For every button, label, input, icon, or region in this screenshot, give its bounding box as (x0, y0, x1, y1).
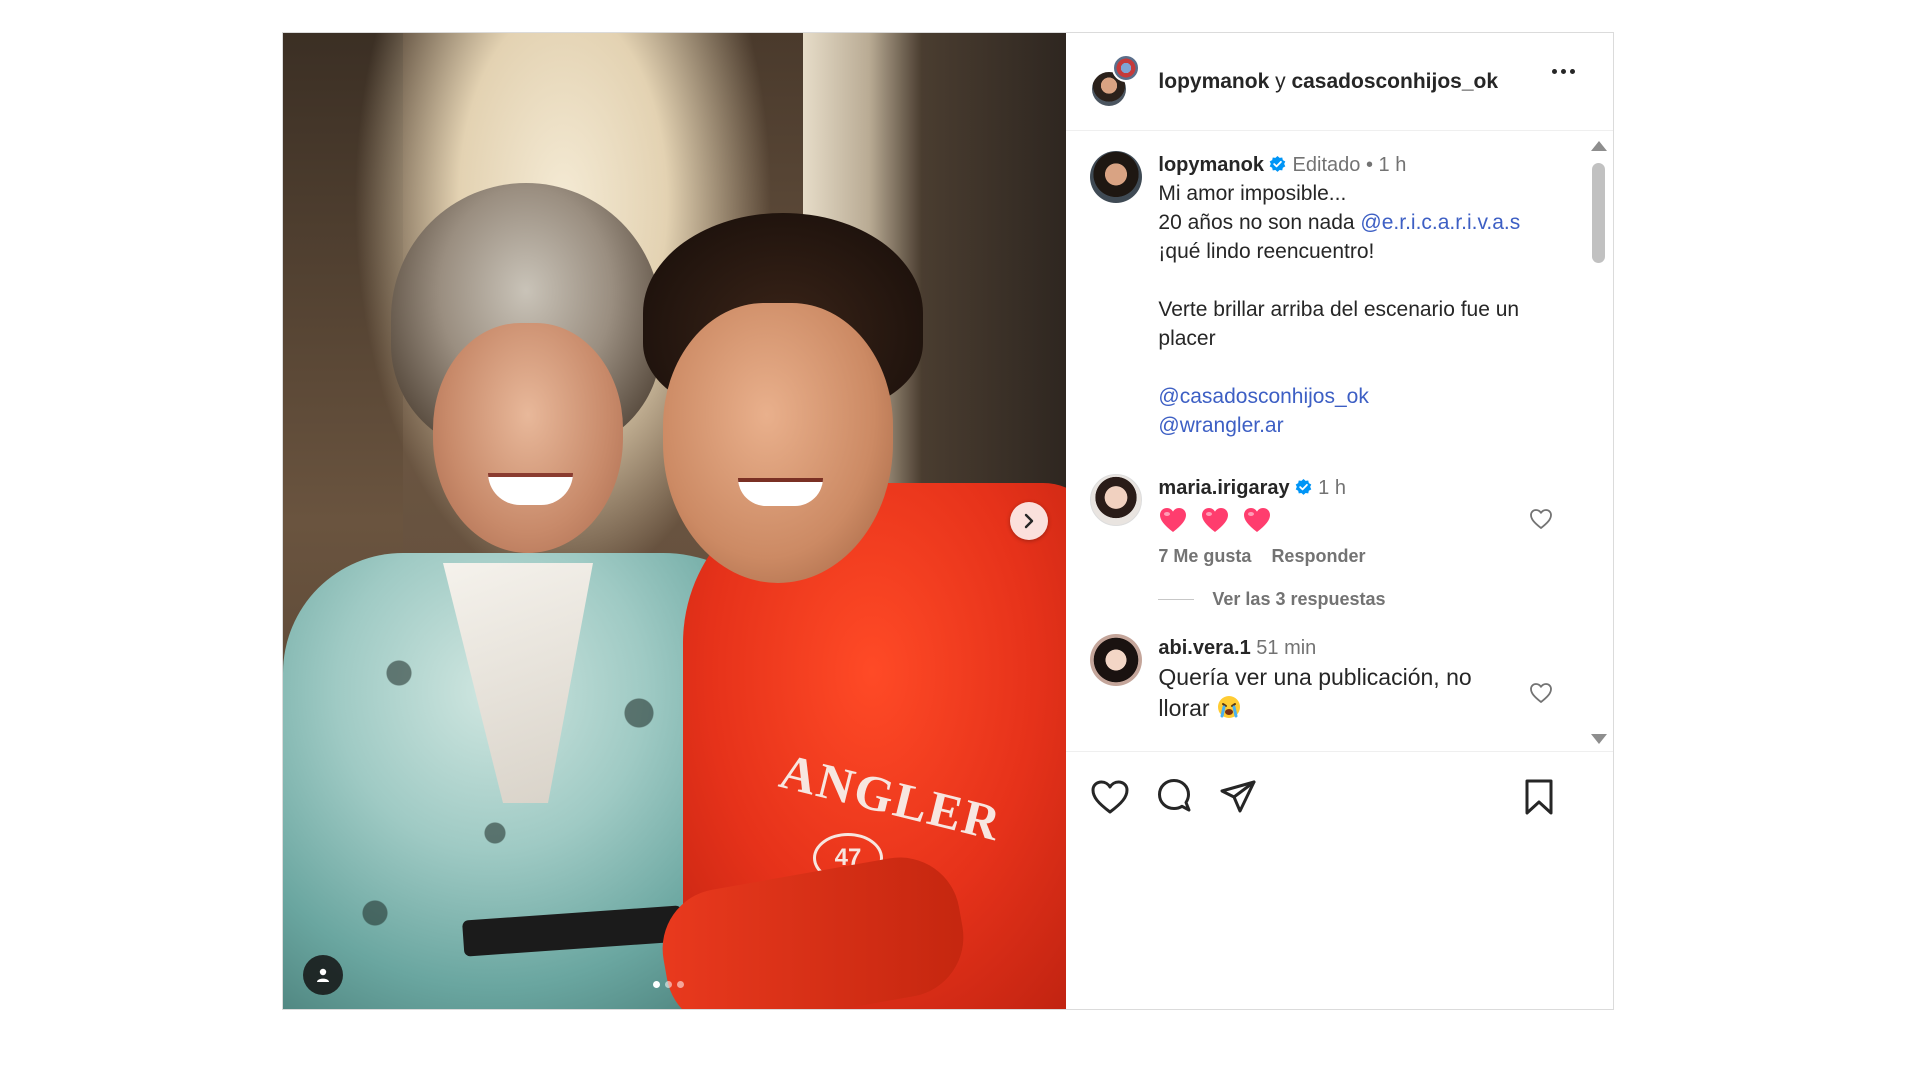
caption-username[interactable]: lopymanok (1158, 154, 1264, 176)
caption-time[interactable]: 1 h (1379, 154, 1407, 176)
post-action-bar (1066, 751, 1613, 841)
comment-username[interactable]: abi.vera.1 (1158, 637, 1250, 659)
carousel-dot (665, 981, 672, 988)
mention-link[interactable]: @e.r.i.c.a.r.i.v.a.s (1360, 211, 1520, 234)
like-button[interactable] (1090, 777, 1130, 817)
meta-separator: • (1365, 154, 1373, 176)
comment-username[interactable]: maria.irigaray (1158, 477, 1289, 499)
instagram-post: ANGLER 47 lopymanok y casadosconhijos_ok… (282, 32, 1614, 1010)
comment-time[interactable]: 51 min (1256, 637, 1316, 659)
caption-content: lopymanok Editado • 1 h Mi amor imposibl… (1158, 151, 1520, 440)
comment-content: maria.irigaray 1 h 7 Me gusta Responder (1158, 474, 1553, 567)
more-options-button[interactable] (1552, 69, 1575, 74)
comment-likes[interactable]: 7 Me gusta (1158, 546, 1251, 567)
photo-woman-face (433, 323, 623, 553)
carousel-dot (677, 981, 684, 988)
heart-icon (1530, 509, 1552, 529)
comments-section[interactable]: lopymanok Editado • 1 h Mi amor imposibl… (1066, 131, 1613, 751)
view-replies-button[interactable]: Ver las 3 respuestas (1158, 589, 1553, 610)
comment-button[interactable] (1154, 777, 1194, 817)
caption-line: Verte brillar arriba del escenario fue u… (1158, 298, 1520, 321)
edited-label: Editado (1292, 154, 1361, 176)
tagged-users-button[interactable] (303, 955, 343, 995)
scroll-up-arrow[interactable] (1591, 141, 1607, 151)
avatar[interactable] (1090, 474, 1143, 526)
carousel-dot (653, 981, 660, 988)
reply-divider (1158, 599, 1195, 601)
caption-text: 20 años no son nada (1158, 211, 1361, 234)
scroll-down-arrow[interactable] (1591, 734, 1607, 744)
more-icon (1552, 69, 1557, 74)
comment-line: llorar (1158, 693, 1553, 724)
post-side-panel: lopymanok y casadosconhijos_ok lopymanok… (1066, 33, 1613, 1009)
author-link[interactable]: casadosconhijos_ok (1291, 70, 1498, 93)
carousel-next-button[interactable] (1010, 502, 1048, 540)
comment-like-button[interactable] (1529, 508, 1553, 535)
verified-badge-icon (1294, 478, 1313, 497)
comment-actions: 7 Me gusta Responder (1158, 546, 1553, 567)
heart-icon (1530, 683, 1552, 704)
caption-line: Mi amor imposible... (1158, 182, 1347, 205)
caption-line: placer (1158, 327, 1216, 350)
share-button[interactable] (1218, 777, 1258, 817)
scrollbar-thumb[interactable] (1592, 163, 1605, 263)
author-connector: y (1275, 69, 1286, 93)
reply-button[interactable]: Responder (1271, 546, 1365, 567)
comment-like-button[interactable] (1529, 682, 1553, 709)
comment-content: abi.vera.1 51 min Quería ver una publica… (1158, 634, 1553, 724)
heart-emoji-icon (1244, 508, 1271, 533)
chevron-right-icon (1024, 513, 1034, 529)
avatar[interactable] (1090, 634, 1143, 687)
caption-line: ¡qué lindo reencuentro! (1158, 240, 1375, 263)
post-media[interactable]: ANGLER 47 (283, 33, 1067, 1009)
post-authors: lopymanok y casadosconhijos_ok (1158, 70, 1498, 94)
heart-emoji-icon (1160, 508, 1187, 533)
comment-icon (1158, 778, 1191, 811)
comment-line: Quería ver una publicación, no (1158, 664, 1472, 691)
paper-plane-icon (1220, 780, 1256, 812)
comment: abi.vera.1 51 min Quería ver una publica… (1090, 634, 1553, 724)
comment-body: Quería ver una publicación, no llorar (1158, 662, 1553, 724)
comment-time[interactable]: 1 h (1318, 477, 1346, 499)
heart-icon (1091, 780, 1129, 813)
user-icon (317, 968, 329, 982)
comment-body (1158, 506, 1553, 534)
collab-avatars[interactable] (1090, 53, 1141, 110)
carousel-indicator (653, 981, 684, 988)
verified-badge-icon (1268, 155, 1287, 174)
mention-link[interactable]: @wrangler.ar (1158, 411, 1520, 440)
mention-link[interactable]: @casadosconhijos_ok (1158, 382, 1520, 411)
post-header: lopymanok y casadosconhijos_ok (1066, 33, 1613, 131)
author-link[interactable]: lopymanok (1158, 70, 1269, 93)
view-replies-label: Ver las 3 respuestas (1212, 589, 1386, 610)
caption-line: 20 años no son nada @e.r.i.c.a.r.i.v.a.s (1158, 208, 1520, 237)
comment: maria.irigaray 1 h 7 Me gusta Responder (1090, 474, 1553, 567)
save-button[interactable] (1519, 777, 1559, 817)
avatar[interactable] (1112, 53, 1141, 82)
crying-face-icon (1217, 696, 1240, 719)
heart-emoji-icon (1202, 508, 1229, 533)
avatar[interactable] (1090, 151, 1143, 203)
photo-man-face (663, 303, 893, 583)
bookmark-icon (1525, 779, 1553, 814)
caption: lopymanok Editado • 1 h Mi amor imposibl… (1090, 151, 1553, 440)
